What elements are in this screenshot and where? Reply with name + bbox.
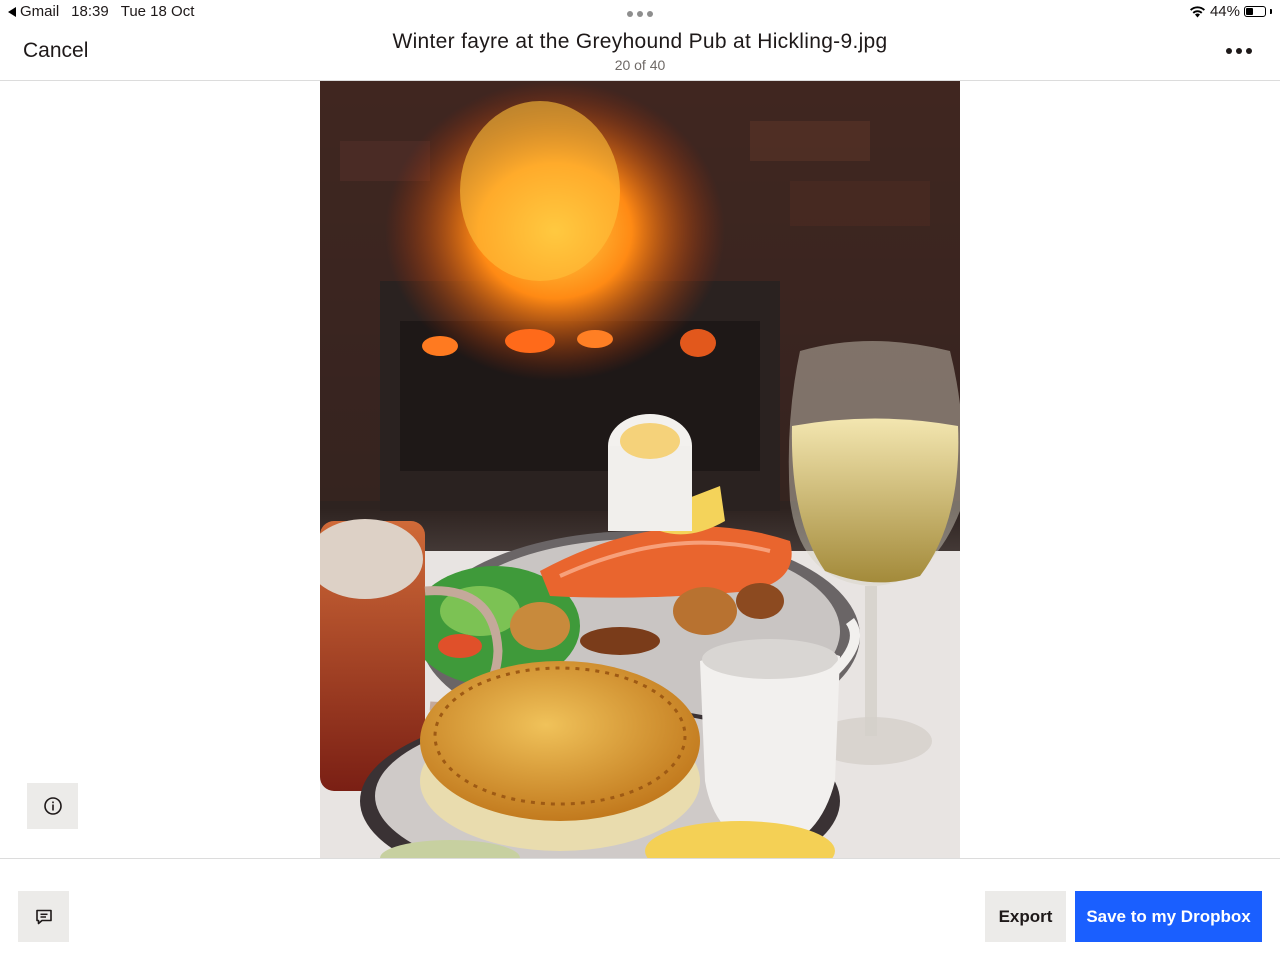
info-icon bbox=[43, 797, 62, 815]
comment-button[interactable] bbox=[18, 891, 69, 942]
viewer-footer: Export Save to my Dropbox bbox=[0, 858, 1280, 961]
status-date: Tue 18 Oct bbox=[120, 3, 195, 20]
photo-preview[interactable] bbox=[320, 81, 960, 858]
comment-icon bbox=[35, 909, 52, 924]
file-title-block: Winter fayre at the Greyhound Pub at Hic… bbox=[0, 30, 1280, 73]
back-app-label: Gmail bbox=[20, 3, 60, 20]
status-bar: Gmail 18:39 Tue 18 Oct 44% bbox=[0, 0, 1280, 22]
status-time: 18:39 bbox=[71, 3, 109, 20]
export-button[interactable]: Export bbox=[985, 891, 1066, 942]
file-name: Winter fayre at the Greyhound Pub at Hic… bbox=[392, 30, 888, 53]
status-right: 44% bbox=[1189, 3, 1272, 20]
more-options-icon[interactable] bbox=[1226, 48, 1252, 54]
battery-percent: 44% bbox=[1209, 3, 1240, 20]
info-button[interactable] bbox=[27, 783, 78, 829]
save-to-dropbox-button[interactable]: Save to my Dropbox bbox=[1075, 891, 1262, 942]
file-position: 20 of 40 bbox=[614, 57, 666, 73]
multitasking-handle[interactable] bbox=[627, 11, 653, 17]
wifi-icon bbox=[1189, 6, 1205, 18]
back-to-app[interactable]: Gmail bbox=[8, 3, 59, 20]
battery-tip bbox=[1270, 9, 1272, 14]
back-arrow-icon bbox=[8, 6, 16, 17]
battery-icon bbox=[1244, 6, 1266, 17]
viewer-header: Cancel Winter fayre at the Greyhound Pub… bbox=[0, 22, 1280, 81]
status-left: Gmail 18:39 Tue 18 Oct bbox=[8, 3, 194, 20]
photo-image bbox=[320, 81, 960, 858]
